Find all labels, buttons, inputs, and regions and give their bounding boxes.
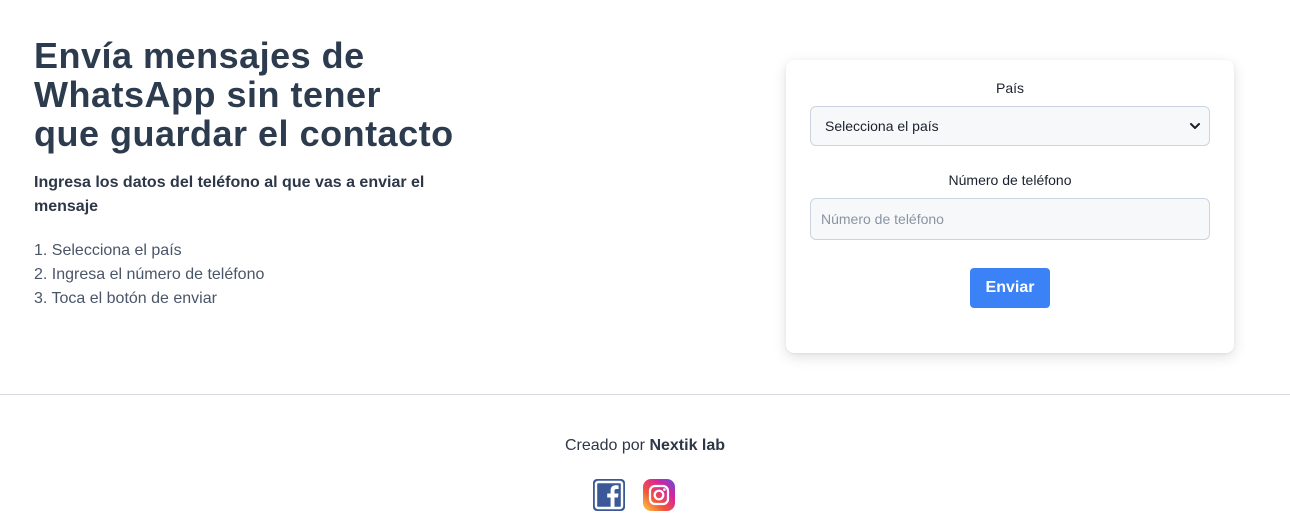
footer: Creado por Nextik lab: [0, 395, 1290, 529]
phone-label: Número de teléfono: [948, 172, 1072, 188]
country-label: País: [995, 80, 1024, 96]
social-links: [593, 479, 675, 511]
credit-text: Creado por Nextik lab: [0, 437, 1290, 455]
chevron-down-icon: [1190, 123, 1200, 129]
message-form-card: País Selecciona el país Número de teléfo…: [786, 60, 1234, 353]
hero-section: Envía mensajes de WhatsApp sin tener que…: [0, 0, 1290, 394]
instagram-icon[interactable]: [643, 479, 675, 511]
country-select-value: Selecciona el país: [825, 118, 939, 134]
step-item: 3. Toca el botón de enviar: [34, 290, 217, 307]
credit-prefix: Creado por: [564, 437, 645, 454]
send-button[interactable]: Enviar: [970, 268, 1050, 308]
steps-list: 1. Selecciona el país 2. Ingresa el núme…: [34, 239, 454, 311]
step-item: 1. Selecciona el país: [34, 242, 182, 259]
intro: Envía mensajes de WhatsApp sin tener que…: [34, 36, 454, 311]
credit-name: Nextik lab: [649, 437, 726, 454]
country-select[interactable]: Selecciona el país: [810, 106, 1210, 146]
step-item: 2. Ingresa el número de teléfono: [34, 266, 265, 283]
facebook-icon[interactable]: [593, 479, 625, 511]
phone-input[interactable]: [810, 198, 1210, 240]
page-subtitle: Ingresa los datos del teléfono al que va…: [34, 174, 425, 215]
page-title: Envía mensajes de WhatsApp sin tener que…: [34, 35, 454, 154]
